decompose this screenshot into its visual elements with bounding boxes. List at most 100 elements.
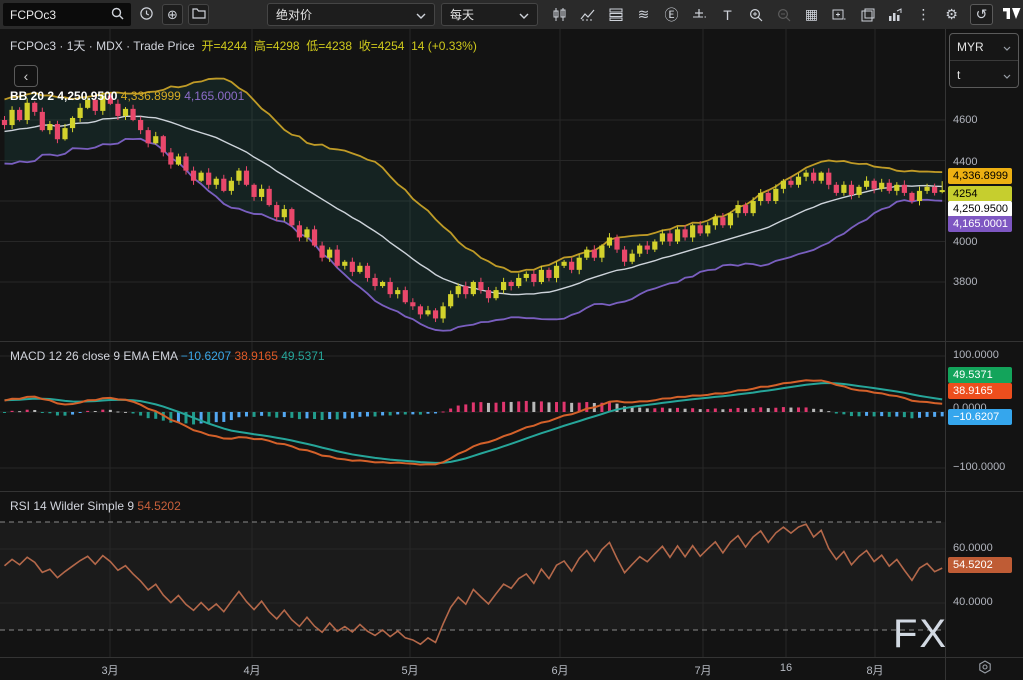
screenshot-icon xyxy=(832,8,847,22)
zoom-out-icon xyxy=(777,8,791,22)
open-layout-button[interactable] xyxy=(188,4,209,25)
price-badge: 49.5371 xyxy=(948,367,1012,383)
symbol-legend[interactable]: FCPOc3 · 1天 · MDX · Trade Price 开=4244 高… xyxy=(10,37,477,54)
legend-high: 高=4298 xyxy=(251,39,300,53)
bb-upper-value: 4,336.8999 xyxy=(121,89,181,103)
rsi-pane[interactable]: RSI 14 Wilder Simple 9 54.5202 xyxy=(0,491,945,657)
legend-low: 低=4238 xyxy=(303,39,352,53)
indicators-button[interactable] xyxy=(578,4,597,25)
macd-signal-value: 49.5371 xyxy=(281,349,324,363)
unit-dropdown[interactable]: t xyxy=(950,61,1018,88)
bb-lower-value: 4,165.0001 xyxy=(184,89,244,103)
bb-legend[interactable]: BB 20 2 4,250.9500 4,336.8999 4,165.0001 xyxy=(10,89,244,103)
time-tick[interactable]: 6月 xyxy=(551,662,568,678)
indicators-icon xyxy=(580,8,596,22)
axis-tick: 40.0000 xyxy=(953,596,993,608)
price-axis[interactable]: MYR t 46004400400038004,336.899942544,25… xyxy=(945,29,1023,657)
chart-type-candles-icon xyxy=(552,7,567,22)
time-tick[interactable]: 7月 xyxy=(694,662,711,678)
alert-icon xyxy=(692,8,707,22)
add-circle-icon: ⊕ xyxy=(167,7,178,23)
price-mode-dropdown[interactable]: 绝对价 xyxy=(267,3,435,26)
price-badge: 4254 xyxy=(948,186,1012,202)
legend-price-type: Trade Price xyxy=(133,39,195,53)
price-mode-value: 绝对价 xyxy=(276,6,312,23)
templates-icon: ≋ xyxy=(638,6,650,23)
tradingview-logo-button[interactable] xyxy=(1002,4,1021,25)
templates-button[interactable]: ≋ xyxy=(634,4,653,25)
settings-button[interactable]: ⚙ xyxy=(942,4,961,25)
currency-dropdown[interactable]: MYR xyxy=(950,34,1018,61)
price-badge: 4,250.9500 xyxy=(948,201,1012,217)
interval-value: 每天 xyxy=(450,6,474,23)
macd-label: MACD 12 26 close 9 EMA EMA xyxy=(10,349,177,363)
axis-tick: −100.0000 xyxy=(953,461,1005,473)
gear-icon: ⚙ xyxy=(945,6,958,23)
zoom-out-button[interactable] xyxy=(774,4,793,25)
chevron-down-icon xyxy=(1003,40,1011,54)
time-tick[interactable]: 5月 xyxy=(401,662,418,678)
clock-icon xyxy=(139,6,154,24)
folder-icon xyxy=(192,7,206,22)
main-chart-canvas[interactable] xyxy=(0,29,945,341)
screenshot-button[interactable] xyxy=(830,4,849,25)
tradingview-logo xyxy=(1003,8,1021,21)
more-button[interactable]: ⋮ xyxy=(914,4,933,25)
search-icon xyxy=(111,7,124,23)
time-axis[interactable]: 3月 4月 5月 6月 7月 16 8月 xyxy=(0,657,945,680)
publish-icon xyxy=(861,8,875,22)
time-tick[interactable]: 3月 xyxy=(101,662,118,678)
events-button[interactable]: Ⓔ xyxy=(662,4,681,25)
rsi-canvas[interactable] xyxy=(0,492,945,657)
chart-type-button[interactable] xyxy=(550,4,569,25)
macd-legend[interactable]: MACD 12 26 close 9 EMA EMA −10.6207 38.9… xyxy=(10,349,325,363)
rsi-label: RSI 14 Wilder Simple 9 xyxy=(10,499,134,513)
time-tick[interactable]: 8月 xyxy=(866,662,883,678)
text-tool-button[interactable]: T xyxy=(718,4,737,25)
text-tool-icon: T xyxy=(723,7,732,23)
axis-divider xyxy=(946,491,1023,492)
axis-tick: 100.0000 xyxy=(953,349,999,361)
more-icon: ⋮ xyxy=(917,6,931,23)
axis-tick: 3800 xyxy=(953,276,977,288)
publish-button[interactable] xyxy=(858,4,877,25)
price-badge: −10.6207 xyxy=(948,409,1012,425)
bb-label: BB 20 2 xyxy=(10,89,54,103)
chevron-left-icon: ‹ xyxy=(24,68,29,84)
add-symbol-button[interactable]: ⊕ xyxy=(162,4,183,25)
time-tick[interactable]: 4月 xyxy=(243,662,260,678)
unit-value: t xyxy=(957,68,960,82)
compare-button[interactable] xyxy=(606,4,625,25)
legend-interval: 1天 xyxy=(67,39,86,53)
symbol-search-input[interactable]: FCPOc3 xyxy=(3,3,131,26)
legend-exchange: MDX xyxy=(96,39,123,53)
time-tick[interactable]: 16 xyxy=(780,662,792,674)
chevron-down-icon xyxy=(1003,68,1011,82)
top-toolbar: FCPOc3 ⊕ 绝对价 每天 xyxy=(0,0,1023,29)
undo-button[interactable]: ↺ xyxy=(970,4,993,25)
table-button[interactable]: ▦ xyxy=(802,4,821,25)
price-badge: 38.9165 xyxy=(948,383,1012,399)
macd-line-value: 38.9165 xyxy=(234,349,277,363)
back-button[interactable]: ‹ xyxy=(14,65,38,87)
time-axis-settings[interactable] xyxy=(945,657,1023,680)
legend-sep: · xyxy=(59,39,63,53)
symbol-text: FCPOc3 xyxy=(10,8,56,22)
zoom-in-button[interactable] xyxy=(746,4,765,25)
interval-history-button[interactable] xyxy=(136,4,157,25)
rsi-legend[interactable]: RSI 14 Wilder Simple 9 54.5202 xyxy=(10,499,181,513)
alert-button[interactable] xyxy=(690,4,709,25)
legend-sep: · xyxy=(126,39,130,53)
main-chart-pane[interactable]: FCPOc3 · 1天 · MDX · Trade Price 开=4244 高… xyxy=(0,29,945,341)
stats-button[interactable] xyxy=(886,4,905,25)
price-badge: 4,165.0001 xyxy=(948,216,1012,232)
interval-dropdown[interactable]: 每天 xyxy=(441,3,538,26)
undo-icon: ↺ xyxy=(976,6,988,23)
axis-tick: 4400 xyxy=(953,156,977,168)
legend-close: 收=4254 xyxy=(355,39,404,53)
legend-change: 14 (+0.33%) xyxy=(408,39,477,53)
macd-pane[interactable]: MACD 12 26 close 9 EMA EMA −10.6207 38.9… xyxy=(0,341,945,491)
trading-chart-app: FCPOc3 ⊕ 绝对价 每天 xyxy=(0,0,1023,680)
macd-canvas[interactable] xyxy=(0,342,945,491)
chevron-down-icon xyxy=(519,8,529,22)
